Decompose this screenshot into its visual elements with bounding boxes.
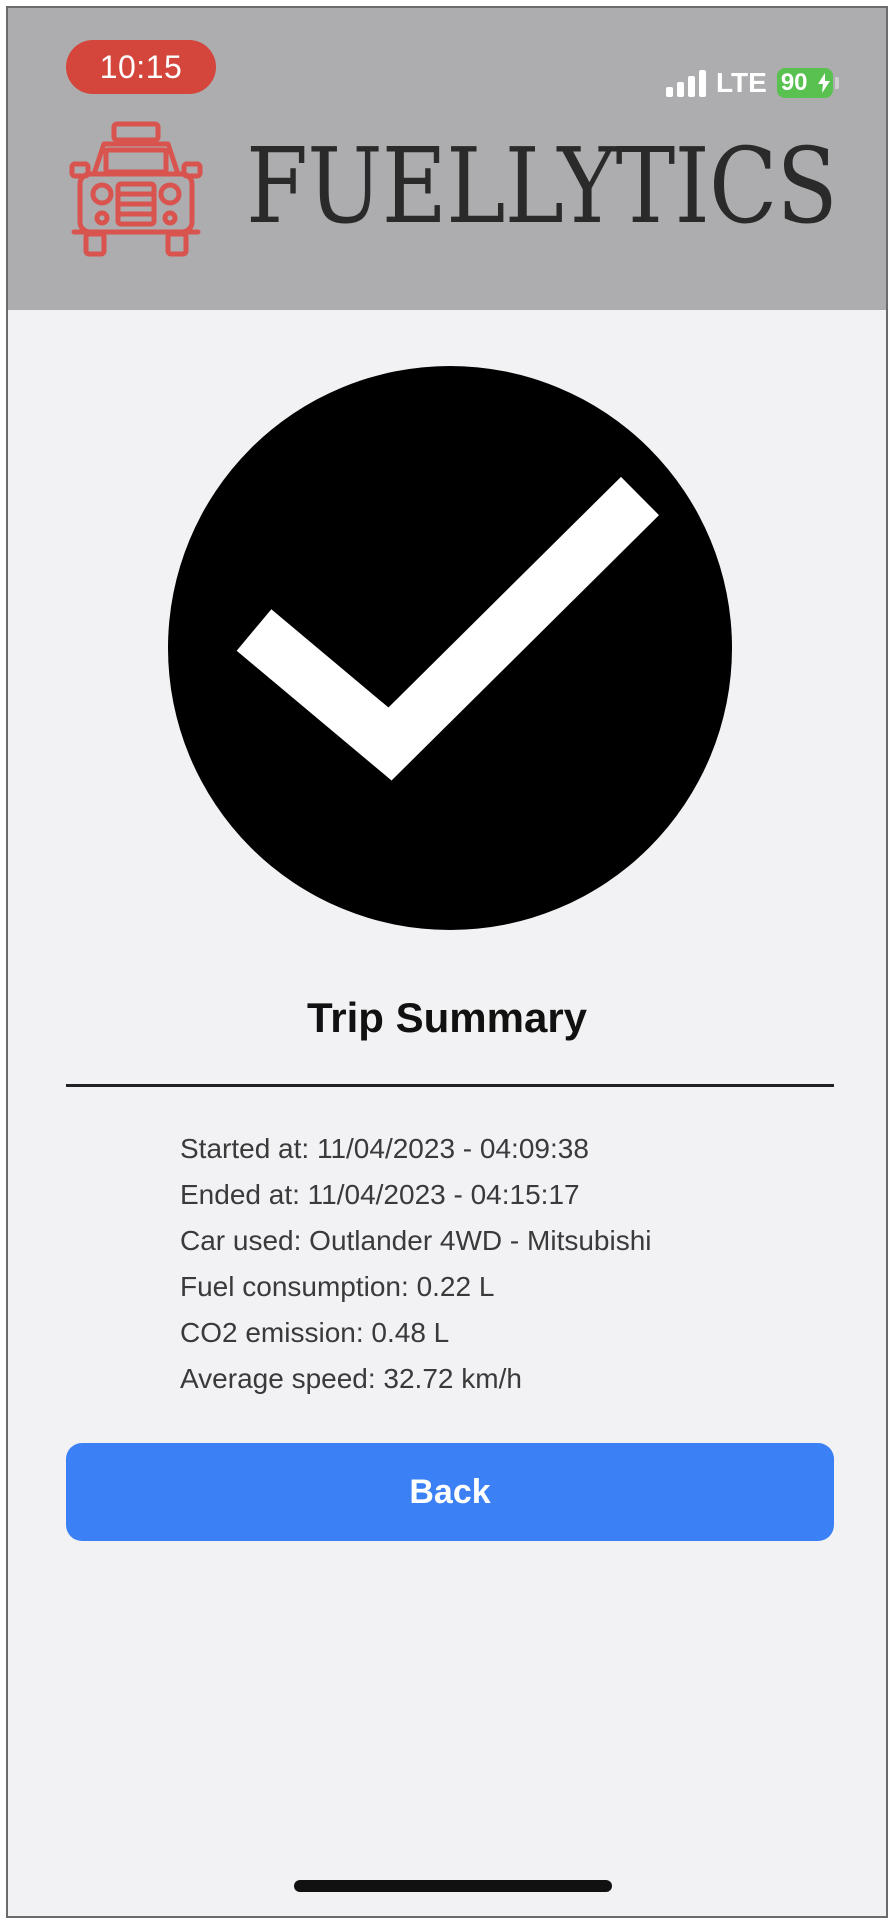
app-header: 10:15 LTE 90 FUELLYTICS	[8, 8, 886, 310]
taxi-front-icon	[69, 121, 203, 257]
car-used: Car used: Outlander 4WD - Mitsubishi	[180, 1225, 652, 1256]
home-indicator[interactable]	[294, 1880, 612, 1892]
page-title: Trip Summary	[306, 994, 588, 1041]
signal-bars-icon	[666, 69, 706, 97]
ended-at: Ended at: 11/04/2023 - 04:15:17	[180, 1179, 580, 1210]
check-circle-icon	[168, 366, 732, 930]
battery-charging-icon: 90	[776, 68, 833, 98]
average-speed: Average speed: 32.72 km/h	[180, 1363, 522, 1394]
status-time: 10:15	[66, 40, 216, 94]
bolt-icon	[817, 73, 830, 93]
app-screen: 10:15 LTE 90 FUELLYTICS Trip Summary Sta…	[6, 6, 888, 1918]
status-indicators: LTE 90	[666, 66, 839, 100]
trip-details: Started at: 11/04/2023 - 04:09:38 Ended …	[180, 1126, 800, 1402]
started-at: Started at: 11/04/2023 - 04:09:38	[180, 1133, 589, 1164]
battery-level: 90	[780, 69, 808, 96]
fuel-consumption: Fuel consumption: 0.22 L	[180, 1271, 495, 1302]
battery-cap	[834, 77, 839, 89]
network-type: LTE	[716, 67, 767, 98]
back-button[interactable]: Back	[66, 1443, 834, 1541]
divider	[66, 1084, 834, 1087]
co2-emission: CO2 emission: 0.48 L	[180, 1317, 450, 1348]
brand-title: FUELLYTICS	[246, 125, 838, 247]
